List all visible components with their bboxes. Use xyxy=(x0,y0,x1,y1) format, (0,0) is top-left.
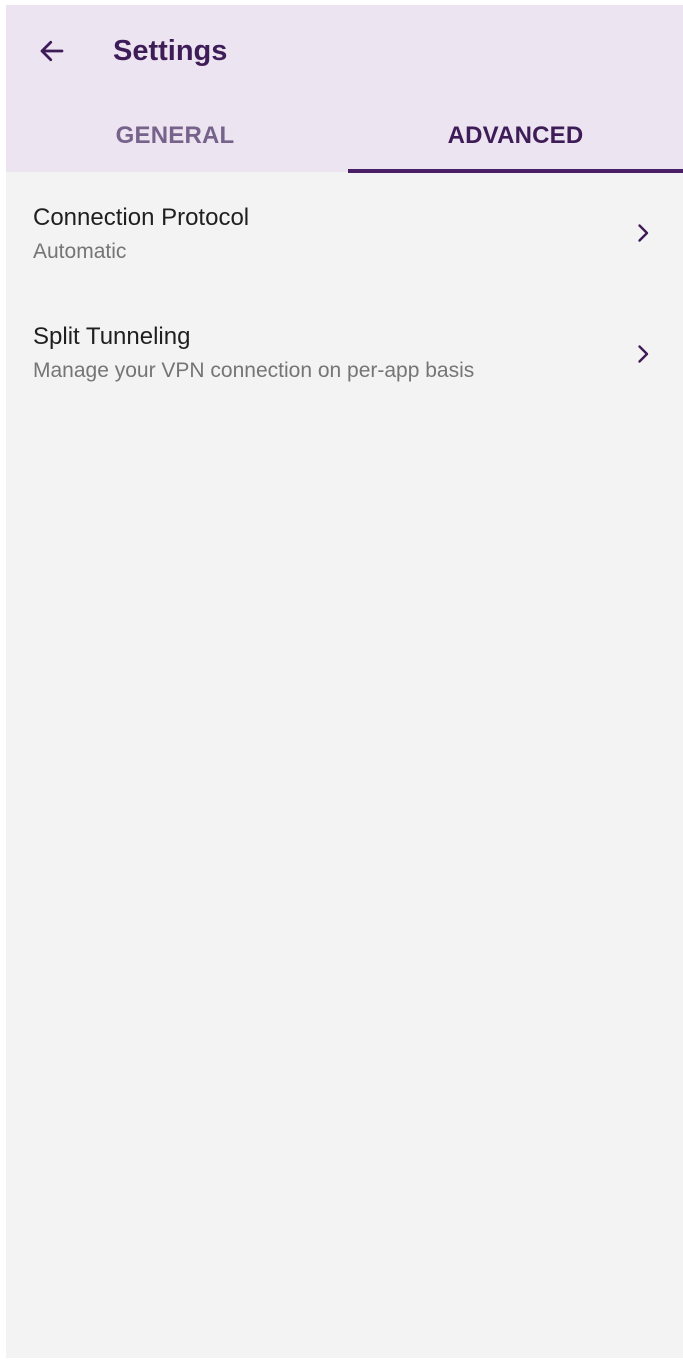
selected-tab-indicator xyxy=(348,169,683,173)
setting-title: Split Tunneling xyxy=(33,323,191,350)
tab-advanced[interactable]: ADVANCED xyxy=(348,105,683,172)
setting-subtitle: Manage your VPN connection on per-app ba… xyxy=(33,359,475,382)
setting-connection-protocol[interactable]: Connection Protocol Automatic xyxy=(6,180,683,290)
settings-screen: Settings GENERAL ADVANCED Connection Pro… xyxy=(6,5,683,1358)
tab-general[interactable]: GENERAL xyxy=(6,105,344,172)
setting-split-tunneling[interactable]: Split Tunneling Manage your VPN connecti… xyxy=(6,299,683,409)
chevron-right-icon xyxy=(638,224,649,242)
page-title: Settings xyxy=(113,35,228,67)
setting-title: Connection Protocol xyxy=(33,204,250,231)
chevron-right-icon xyxy=(638,345,649,363)
back-button[interactable] xyxy=(30,29,74,73)
setting-subtitle: Automatic xyxy=(33,240,127,263)
app-bar: Settings GENERAL ADVANCED xyxy=(6,5,683,173)
arrow-left-icon xyxy=(40,40,64,62)
